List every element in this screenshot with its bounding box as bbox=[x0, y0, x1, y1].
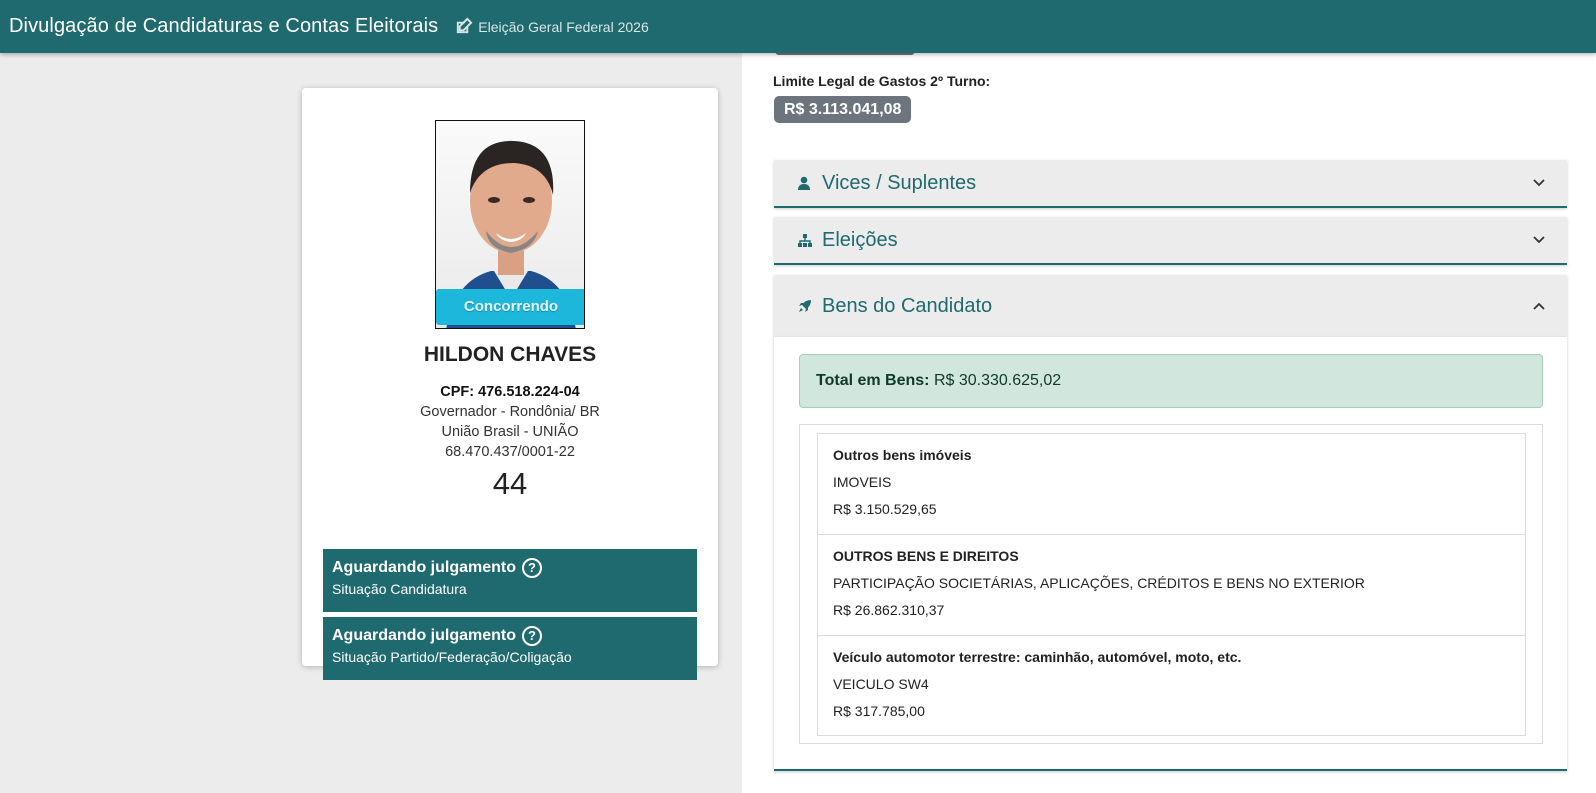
status-badge: Concorrendo bbox=[436, 289, 584, 325]
bem-valor: R$ 3.150.529,65 bbox=[833, 501, 937, 517]
situation-subtitle: Situação Partido/Federação/Coligação bbox=[332, 649, 572, 665]
chevron-down-icon bbox=[1533, 236, 1545, 244]
limit-2turno-label: Limite Legal de Gastos 2º Turno: bbox=[773, 73, 991, 89]
bem-descricao: VEICULO SW4 bbox=[833, 676, 929, 692]
candidate-cnpj: 68.470.437/0001-22 bbox=[445, 444, 575, 460]
help-icon[interactable]: ? bbox=[522, 558, 542, 578]
help-icon[interactable]: ? bbox=[522, 626, 542, 646]
candidate-photo: Concorrendo bbox=[435, 120, 585, 329]
top-app-bar: Divulgação de Candidaturas e Contas Elei… bbox=[0, 0, 1596, 53]
election-selector[interactable]: Eleição Geral Federal 2026 bbox=[454, 17, 649, 36]
bens-list-container: Outros bens imóveis IMOVEIS R$ 3.150.529… bbox=[799, 424, 1543, 744]
bens-panel: Total em Bens: R$ 30.330.625,02 Outros b… bbox=[774, 337, 1567, 771]
candidate-name: HILDON CHAVES bbox=[423, 343, 597, 366]
situation-subtitle: Situação Candidatura bbox=[332, 581, 467, 597]
candidate-card: Concorrendo HILDON CHAVES CPF: 476.518.2… bbox=[302, 88, 718, 680]
list-item: Veículo automotor terrestre: caminhão, a… bbox=[818, 636, 1525, 735]
bem-descricao: PARTICIPAÇÃO SOCIETÁRIAS, APLICAÇÕES, CR… bbox=[833, 575, 1365, 591]
bem-descricao: IMOVEIS bbox=[833, 474, 892, 490]
situation-title: Aguardando julgamento bbox=[332, 627, 516, 644]
list-item: Outros bens imóveis IMOVEIS R$ 3.150.529… bbox=[818, 434, 1525, 535]
bem-tipo: OUTROS BENS E DIREITOS bbox=[833, 548, 1019, 564]
app-title[interactable]: Divulgação de Candidaturas e Contas Elei… bbox=[9, 15, 438, 38]
bens-list: Outros bens imóveis IMOVEIS R$ 3.150.529… bbox=[817, 433, 1526, 736]
edit-icon bbox=[457, 17, 473, 34]
limit-2turno-value: R$ 3.113.041,08 bbox=[774, 96, 912, 123]
situation-party: Aguardando julgamento? Situação Partido/… bbox=[323, 617, 697, 680]
accordion-eleicoes[interactable]: Eleições bbox=[774, 217, 1567, 265]
election-name: Eleição Geral Federal 2026 bbox=[478, 18, 649, 35]
bem-tipo: Outros bens imóveis bbox=[833, 447, 972, 463]
list-item: OUTROS BENS E DIREITOS PARTICIPAÇÃO SOCI… bbox=[818, 535, 1525, 636]
accordion-label: Eleições bbox=[822, 228, 898, 251]
accordion-bens-candidato[interactable]: Bens do Candidato bbox=[774, 275, 1567, 337]
candidate-number: 44 bbox=[492, 466, 528, 501]
situation-title: Aguardando julgamento bbox=[332, 559, 516, 576]
user-icon bbox=[798, 176, 812, 190]
details-panel[interactable]: Limite Legal de Gastos 2º Turno: R$ 3.11… bbox=[742, 49, 1596, 793]
total-bens: Total em Bens: R$ 30.330.625,02 bbox=[799, 354, 1543, 408]
chevron-down-icon bbox=[1533, 179, 1545, 187]
bem-valor: R$ 317.785,00 bbox=[833, 703, 925, 719]
total-bens-label: Total em Bens: bbox=[816, 372, 930, 389]
bem-tipo: Veículo automotor terrestre: caminhão, a… bbox=[833, 649, 1242, 665]
accordion-label: Bens do Candidato bbox=[822, 294, 993, 317]
total-bens-value: R$ 30.330.625,02 bbox=[933, 372, 1062, 389]
bem-valor: R$ 26.862.310,37 bbox=[833, 602, 945, 618]
sitemap-icon bbox=[798, 233, 812, 247]
rocket-icon bbox=[798, 299, 812, 313]
candidate-panel: Concorrendo HILDON CHAVES CPF: 476.518.2… bbox=[0, 53, 742, 793]
accordion-label: Vices / Suplentes bbox=[822, 171, 977, 194]
candidate-office: Governador - Rondônia/ BR bbox=[420, 404, 600, 420]
candidate-party: União Brasil - UNIÃO bbox=[441, 424, 579, 440]
situation-candidacy: Aguardando julgamento? Situação Candidat… bbox=[323, 549, 697, 612]
candidate-cpf: CPF: 476.518.224-04 bbox=[440, 384, 580, 400]
chevron-up-icon bbox=[1533, 302, 1545, 310]
accordion-vices-suplentes[interactable]: Vices / Suplentes bbox=[774, 160, 1567, 208]
